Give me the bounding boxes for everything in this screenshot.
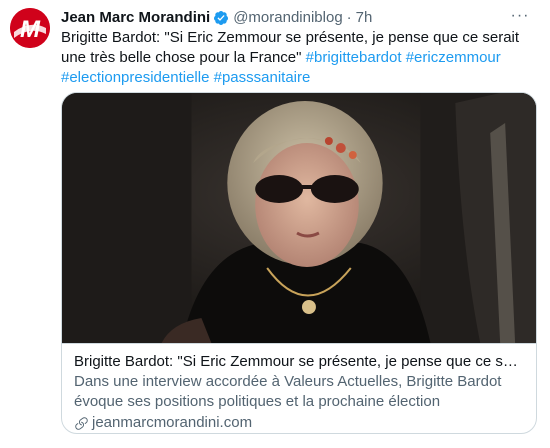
more-options-icon[interactable]: ···: [510, 6, 530, 26]
separator-dot: ·: [346, 9, 352, 26]
link-icon: [75, 416, 88, 430]
card-domain[interactable]: jeanmarcmorandini.com: [74, 413, 524, 433]
hashtag-ericzemmour[interactable]: #ericzemmour: [406, 49, 501, 66]
card-title[interactable]: Brigitte Bardot: "Si Eric Zemmour se pré…: [74, 352, 524, 372]
card-domain-text[interactable]: jeanmarcmorandini.com: [92, 413, 252, 433]
article-photo[interactable]: [62, 93, 536, 343]
card-body[interactable]: Brigitte Bardot: "Si Eric Zemmour se pré…: [62, 343, 536, 433]
hashtag-passsanitaire[interactable]: #passsanitaire: [214, 69, 311, 86]
tweet-timestamp[interactable]: 7h: [356, 8, 373, 28]
link-preview-card[interactable]: Brigitte Bardot: "Si Eric Zemmour se pré…: [61, 92, 537, 434]
avatar[interactable]: M: [10, 8, 50, 48]
tweet-header: Jean Marc Morandini @morandiniblog · 7h …: [61, 6, 530, 28]
verified-badge-icon: [214, 11, 229, 25]
morandini-logo-icon: M: [10, 8, 50, 48]
author-handle[interactable]: @morandiniblog: [233, 8, 342, 28]
author-name[interactable]: Jean Marc Morandini: [61, 8, 210, 28]
card-description: Dans une interview accordée à Valeurs Ac…: [74, 373, 502, 410]
hashtag-brigittebardot[interactable]: #brigittebardot: [306, 49, 402, 66]
svg-text:M: M: [20, 16, 41, 43]
hashtag-electionpresidentielle[interactable]: #electionpresidentielle: [61, 69, 209, 86]
tweet-text: Brigitte Bardot: "Si Eric Zemmour se pré…: [61, 28, 531, 88]
tweet[interactable]: M Jean Marc Morandini @morandiniblog · 7…: [0, 0, 550, 448]
